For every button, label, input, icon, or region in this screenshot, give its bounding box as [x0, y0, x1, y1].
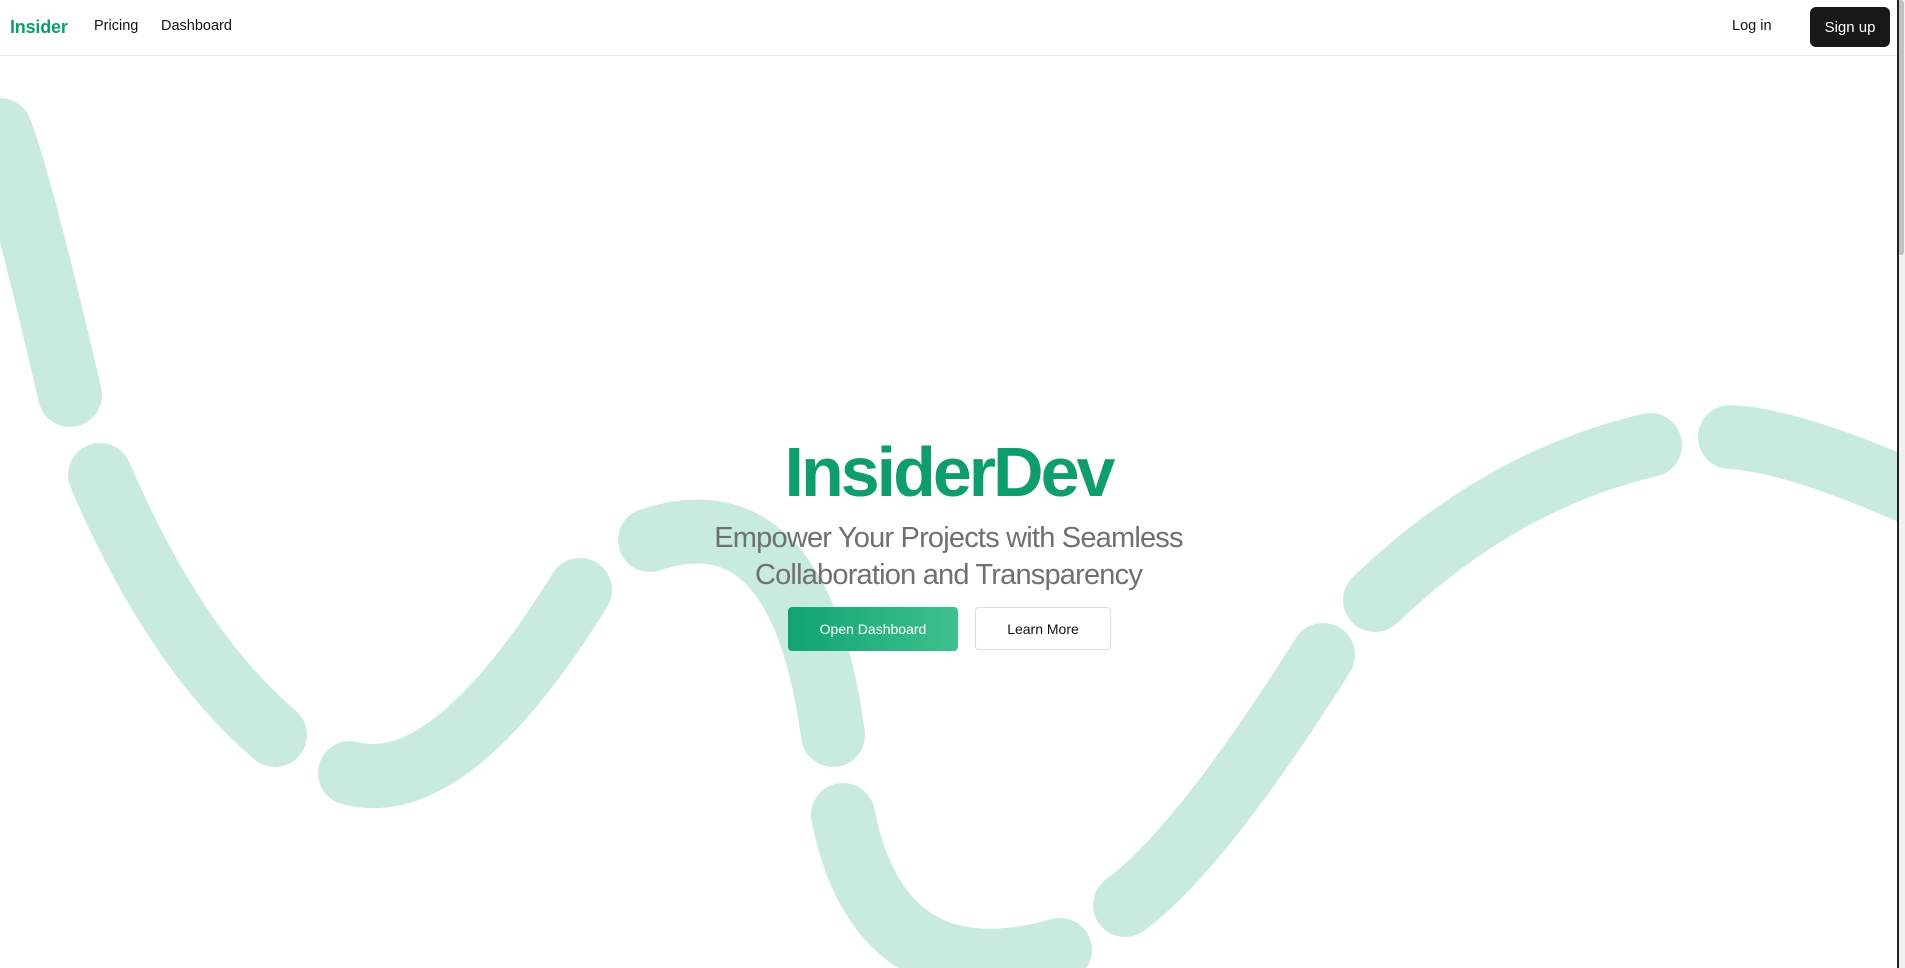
nav-link-dashboard[interactable]: Dashboard: [161, 18, 232, 34]
nav-link-pricing[interactable]: Pricing: [94, 18, 138, 34]
signup-button[interactable]: Sign up: [1810, 7, 1890, 47]
brand-logo[interactable]: Insider: [10, 17, 68, 38]
top-navbar: Insider Pricing Dashboard Log in Sign up: [0, 0, 1897, 56]
hero-section: InsiderDev Empower Your Projects with Se…: [0, 0, 1897, 968]
open-dashboard-button[interactable]: Open Dashboard: [788, 607, 958, 651]
login-link[interactable]: Log in: [1732, 18, 1772, 34]
hero-subtitle-line-1: Empower Your Projects with Seamless: [714, 522, 1183, 554]
hero-subtitle-line-2: Collaboration and Transparency: [754, 559, 1143, 591]
window-edge: [1897, 0, 1899, 968]
learn-more-button[interactable]: Learn More: [975, 607, 1111, 650]
hero-subtitle: Empower Your Projects with Seamless Coll…: [0, 520, 1897, 594]
hero-title: InsiderDev: [784, 433, 1116, 511]
